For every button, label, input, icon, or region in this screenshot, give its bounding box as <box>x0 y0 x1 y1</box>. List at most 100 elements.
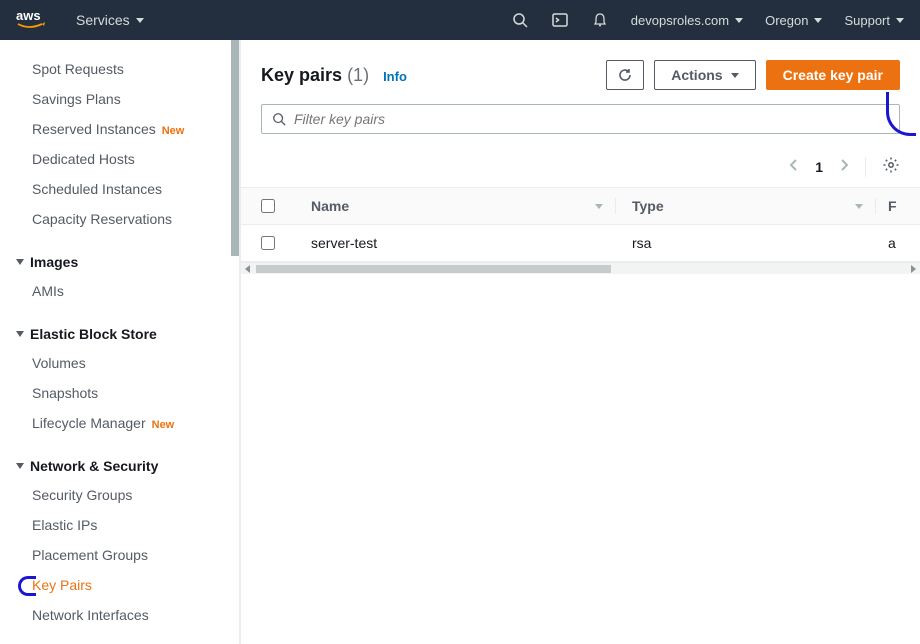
table-row[interactable]: server-test rsa a <box>241 225 920 262</box>
create-label: Create key pair <box>783 67 883 83</box>
sidebar-item-volumes[interactable]: Volumes <box>0 348 239 378</box>
gear-icon <box>882 156 900 174</box>
row-cell-name: server-test <box>311 235 616 251</box>
column-label: Name <box>311 198 349 214</box>
chevron-down-icon <box>896 18 904 23</box>
scrollbar-thumb[interactable] <box>231 40 239 256</box>
actions-button[interactable]: Actions <box>654 60 755 90</box>
sidebar-scroll[interactable]: Spot Requests Savings Plans Reserved Ins… <box>0 40 239 644</box>
key-pairs-table: Name Type F server-test <box>241 187 920 274</box>
page-title-text: Key pairs <box>261 65 342 85</box>
row-checkbox[interactable] <box>261 236 275 250</box>
sidebar-item-security-groups[interactable]: Security Groups <box>0 480 239 510</box>
sidebar-item-label: Reserved Instances <box>32 121 156 137</box>
support-menu[interactable]: Support <box>844 13 904 28</box>
sidebar-item-label: Lifecycle Manager <box>32 415 146 431</box>
chevron-down-icon <box>16 463 24 469</box>
services-label: Services <box>76 12 130 28</box>
services-menu[interactable]: Services <box>76 12 144 28</box>
filter-row <box>241 104 920 148</box>
chevron-down-icon <box>731 73 739 78</box>
account-menu[interactable]: devopsroles.com <box>631 13 743 28</box>
sidebar-item-label: Scheduled Instances <box>32 181 162 197</box>
chevron-left-icon <box>789 158 799 172</box>
prev-page-button[interactable] <box>789 156 799 177</box>
sidebar-group-ebs[interactable]: Elastic Block Store <box>0 306 239 348</box>
refresh-icon <box>617 67 633 83</box>
sidebar-item-network-interfaces[interactable]: Network Interfaces <box>0 600 239 630</box>
settings-button[interactable] <box>882 156 900 177</box>
sidebar-item-scheduled-instances[interactable]: Scheduled Instances <box>0 174 239 204</box>
region-menu[interactable]: Oregon <box>765 13 822 28</box>
create-key-pair-button[interactable]: Create key pair <box>766 60 900 90</box>
row-cell-type: rsa <box>616 235 876 251</box>
select-all-cell <box>261 198 311 214</box>
page-title: Key pairs (1) <box>261 65 369 86</box>
chevron-down-icon <box>735 18 743 23</box>
divider <box>865 157 866 177</box>
horizontal-scrollbar[interactable] <box>241 262 920 274</box>
column-header-type[interactable]: Type <box>616 198 876 214</box>
region-label: Oregon <box>765 13 808 28</box>
page-number: 1 <box>815 159 823 175</box>
topnav-right: devopsroles.com Oregon Support <box>511 11 904 29</box>
sidebar-item-capacity-reservations[interactable]: Capacity Reservations <box>0 204 239 234</box>
sidebar-item-reserved-instances[interactable]: Reserved InstancesNew <box>0 114 239 144</box>
sidebar-item-amis[interactable]: AMIs <box>0 276 239 306</box>
sidebar-group-label: Network & Security <box>30 458 158 474</box>
top-navigation: aws Services devopsroles.com Oregon <box>0 0 920 40</box>
sidebar-item-key-pairs[interactable]: Key Pairs <box>0 570 239 600</box>
sidebar-item-snapshots[interactable]: Snapshots <box>0 378 239 408</box>
cell-value: server-test <box>311 235 377 251</box>
column-label: Type <box>632 198 664 214</box>
sidebar-item-label: Elastic IPs <box>32 517 97 533</box>
cell-value: a <box>888 235 896 251</box>
next-page-button[interactable] <box>839 156 849 177</box>
sidebar-item-label: Key Pairs <box>32 577 92 593</box>
sidebar-group-label: Elastic Block Store <box>30 326 157 342</box>
search-icon <box>272 112 286 126</box>
column-header-name[interactable]: Name <box>311 198 616 214</box>
row-cell-extra: a <box>876 235 900 251</box>
sidebar-item-lifecycle-manager[interactable]: Lifecycle ManagerNew <box>0 408 239 438</box>
aws-logo-icon: aws <box>16 8 56 32</box>
sort-icon <box>855 204 863 209</box>
sidebar-item-label: Security Groups <box>32 487 132 503</box>
sidebar-item-savings-plans[interactable]: Savings Plans <box>0 84 239 114</box>
actions-label: Actions <box>671 67 722 83</box>
sidebar-item-elastic-ips[interactable]: Elastic IPs <box>0 510 239 540</box>
sidebar-item-placement-groups[interactable]: Placement Groups <box>0 540 239 570</box>
scrollbar-thumb[interactable] <box>256 265 611 273</box>
account-label: devopsroles.com <box>631 13 729 28</box>
sidebar-group-network[interactable]: Network & Security <box>0 438 239 480</box>
sidebar-item-label: AMIs <box>32 283 64 299</box>
pagination: 1 <box>241 148 920 187</box>
arrow-right-icon <box>911 265 916 273</box>
column-header-extra[interactable]: F <box>876 198 900 214</box>
topnav-left: aws Services <box>16 8 144 32</box>
sidebar-item-spot-requests[interactable]: Spot Requests <box>0 54 239 84</box>
chevron-right-icon <box>839 158 849 172</box>
info-link[interactable]: Info <box>383 69 407 84</box>
bell-icon[interactable] <box>591 11 609 29</box>
sidebar-item-label: Placement Groups <box>32 547 148 563</box>
header-actions: Actions Create key pair <box>606 60 900 90</box>
filter-input-wrap[interactable] <box>261 104 900 134</box>
filter-input[interactable] <box>294 111 889 127</box>
sidebar-item-dedicated-hosts[interactable]: Dedicated Hosts <box>0 144 239 174</box>
sidebar-item-label: Dedicated Hosts <box>32 151 135 167</box>
select-all-checkbox[interactable] <box>261 199 275 213</box>
sidebar-item-label: Savings Plans <box>32 91 121 107</box>
row-select-cell <box>261 235 311 251</box>
sidebar: Spot Requests Savings Plans Reserved Ins… <box>0 40 240 644</box>
chevron-down-icon <box>814 18 822 23</box>
cloudshell-icon[interactable] <box>551 11 569 29</box>
chevron-down-icon <box>16 259 24 265</box>
main-content: Key pairs (1) Info Actions Create key pa… <box>240 40 920 644</box>
cell-value: rsa <box>632 235 651 251</box>
refresh-button[interactable] <box>606 60 644 90</box>
sidebar-item-label: Spot Requests <box>32 61 124 77</box>
search-icon[interactable] <box>511 11 529 29</box>
sidebar-group-images[interactable]: Images <box>0 234 239 276</box>
aws-logo[interactable]: aws <box>16 8 56 32</box>
